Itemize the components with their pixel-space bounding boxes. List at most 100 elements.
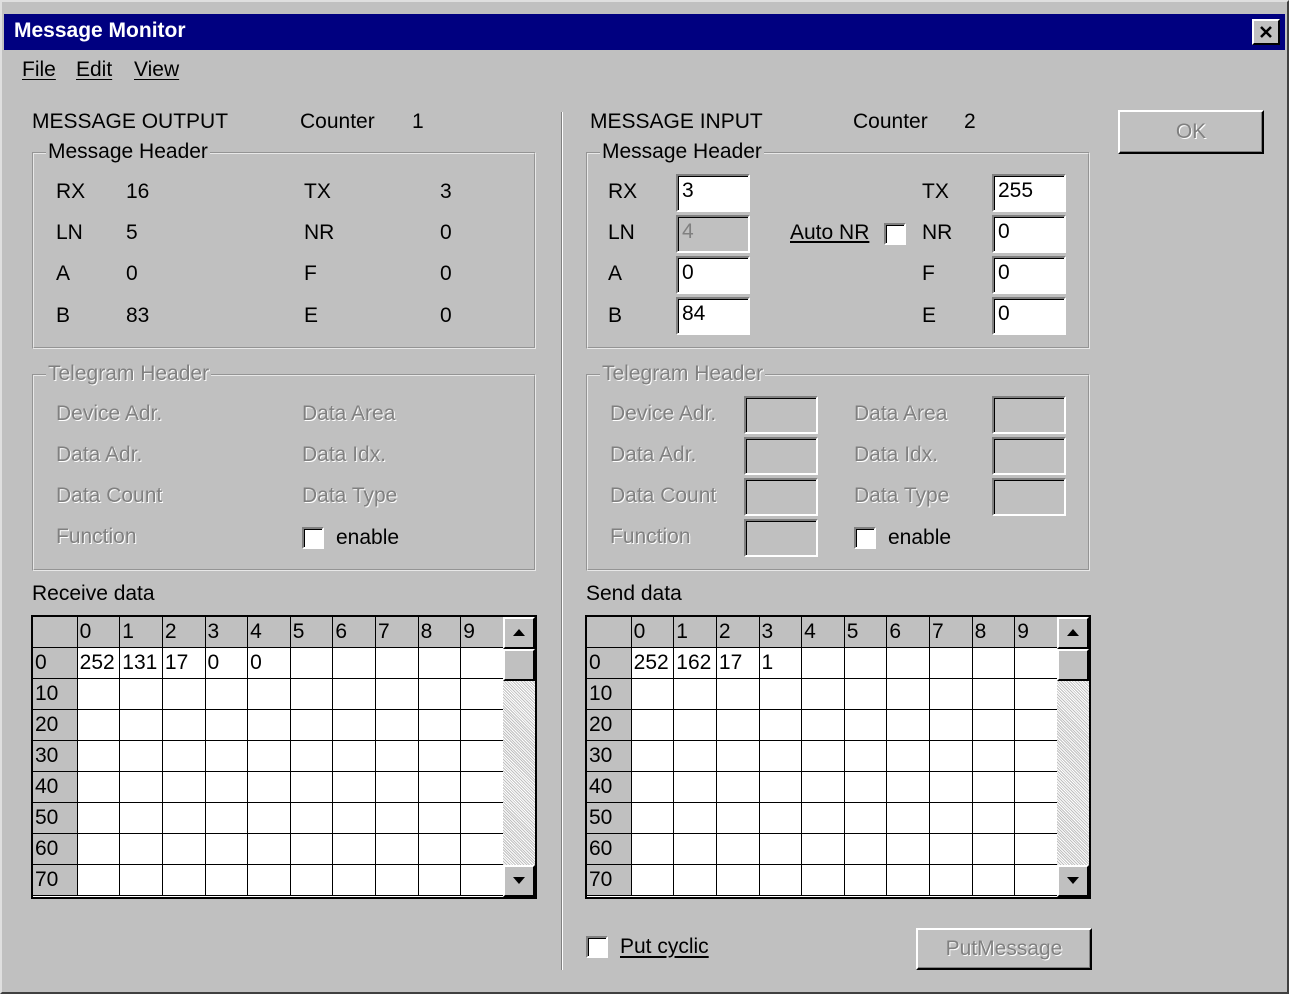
send-cell[interactable] (801, 709, 845, 741)
receive-cell[interactable] (375, 833, 419, 865)
menu-view[interactable]: View (134, 58, 179, 82)
send-cell[interactable] (715, 678, 760, 710)
receive-cell[interactable] (375, 802, 419, 834)
receive-cell[interactable] (204, 709, 249, 741)
close-button[interactable] (1252, 19, 1280, 45)
send-cell[interactable] (758, 678, 803, 710)
receive-cell[interactable] (247, 740, 291, 772)
receive-cell[interactable] (76, 740, 121, 772)
input-e-field[interactable]: 0 (992, 297, 1066, 335)
send-cell[interactable] (886, 678, 931, 710)
receive-cell[interactable] (460, 833, 504, 865)
send-cell[interactable] (843, 833, 888, 865)
receive-cell[interactable] (375, 740, 419, 772)
receive-cell[interactable] (289, 802, 334, 834)
send-cell[interactable] (1014, 740, 1058, 772)
input-enable-checkbox[interactable] (854, 527, 876, 549)
receive-cell[interactable] (289, 709, 334, 741)
put-message-button[interactable]: PutMessage (916, 928, 1092, 970)
input-f-field[interactable]: 0 (992, 256, 1066, 294)
receive-cell[interactable] (119, 833, 163, 865)
send-cell[interactable] (758, 771, 803, 803)
put-cyclic-checkbox[interactable] (586, 936, 608, 958)
send-cell[interactable] (929, 678, 973, 710)
send-cell[interactable] (929, 740, 973, 772)
receive-cell[interactable] (247, 678, 291, 710)
input-device-adr-field[interactable] (744, 396, 818, 434)
send-cell[interactable] (971, 864, 1016, 896)
send-cell[interactable] (715, 864, 760, 896)
send-cell[interactable] (886, 709, 931, 741)
receive-cell[interactable] (460, 678, 504, 710)
receive-cell[interactable] (161, 740, 206, 772)
send-cell[interactable] (929, 833, 973, 865)
send-data-grid[interactable]: 0 1 2 3 4 5 6 7 8 9 0 252 162 17 1 10 20 30 40 50 60 70 (585, 615, 1091, 899)
receive-cell[interactable] (204, 740, 249, 772)
receive-cell[interactable] (417, 833, 462, 865)
receive-cell[interactable] (417, 864, 462, 896)
send-cell[interactable] (886, 740, 931, 772)
receive-cell[interactable] (375, 709, 419, 741)
receive-cell[interactable] (460, 802, 504, 834)
receive-cell[interactable] (161, 771, 206, 803)
receive-cell[interactable] (119, 740, 163, 772)
receive-cell[interactable] (332, 864, 377, 896)
input-nr-field[interactable]: 0 (992, 215, 1066, 253)
send-cell[interactable] (971, 802, 1016, 834)
send-cell[interactable] (801, 802, 845, 834)
receive-cell[interactable] (460, 709, 504, 741)
receive-cell[interactable]: 0 (247, 647, 291, 679)
receive-cell[interactable] (375, 864, 419, 896)
receive-cell[interactable] (247, 833, 291, 865)
receive-cell[interactable] (76, 833, 121, 865)
send-cell[interactable] (843, 802, 888, 834)
send-cell[interactable] (630, 771, 675, 803)
scroll-thumb[interactable] (1057, 649, 1089, 681)
send-cell[interactable] (801, 864, 845, 896)
receive-data-scrollbar[interactable] (503, 617, 535, 897)
receive-cell[interactable] (332, 678, 377, 710)
send-cell[interactable] (886, 647, 931, 679)
send-cell[interactable]: 1 (758, 647, 803, 679)
receive-cell[interactable]: 131 (119, 647, 163, 679)
send-cell[interactable] (843, 864, 888, 896)
receive-cell[interactable] (417, 647, 462, 679)
send-cell[interactable] (630, 709, 675, 741)
receive-cell[interactable] (332, 802, 377, 834)
receive-cell[interactable] (161, 833, 206, 865)
send-cell[interactable] (886, 771, 931, 803)
send-cell[interactable]: 162 (673, 647, 717, 679)
receive-cell[interactable] (332, 833, 377, 865)
receive-cell[interactable] (332, 771, 377, 803)
receive-cell[interactable] (76, 709, 121, 741)
send-cell[interactable] (1014, 647, 1058, 679)
receive-cell[interactable] (247, 802, 291, 834)
send-cell[interactable] (630, 740, 675, 772)
send-cell[interactable] (801, 740, 845, 772)
send-cell[interactable] (929, 647, 973, 679)
send-cell[interactable] (758, 740, 803, 772)
scroll-down-button[interactable] (1057, 865, 1089, 897)
input-data-idx-field[interactable] (992, 437, 1066, 475)
send-cell[interactable] (630, 802, 675, 834)
receive-cell[interactable] (460, 771, 504, 803)
receive-cell[interactable] (289, 647, 334, 679)
send-cell[interactable] (715, 833, 760, 865)
send-cell[interactable] (801, 647, 845, 679)
send-cell[interactable] (1014, 864, 1058, 896)
send-cell[interactable] (673, 802, 717, 834)
send-cell[interactable] (1014, 802, 1058, 834)
send-cell[interactable] (843, 709, 888, 741)
send-cell[interactable] (971, 833, 1016, 865)
receive-cell[interactable] (204, 771, 249, 803)
input-data-adr-field[interactable] (744, 437, 818, 475)
send-cell[interactable] (1014, 771, 1058, 803)
send-cell[interactable] (630, 864, 675, 896)
send-cell[interactable] (929, 802, 973, 834)
receive-cell[interactable]: 0 (204, 647, 249, 679)
send-cell[interactable] (971, 678, 1016, 710)
receive-cell[interactable] (161, 802, 206, 834)
receive-data-grid[interactable]: 0 1 2 3 4 5 6 7 8 9 0 252 131 17 0 0 10 20 30 40 50 60 70 (31, 615, 537, 899)
send-cell[interactable] (929, 864, 973, 896)
receive-cell[interactable] (417, 740, 462, 772)
